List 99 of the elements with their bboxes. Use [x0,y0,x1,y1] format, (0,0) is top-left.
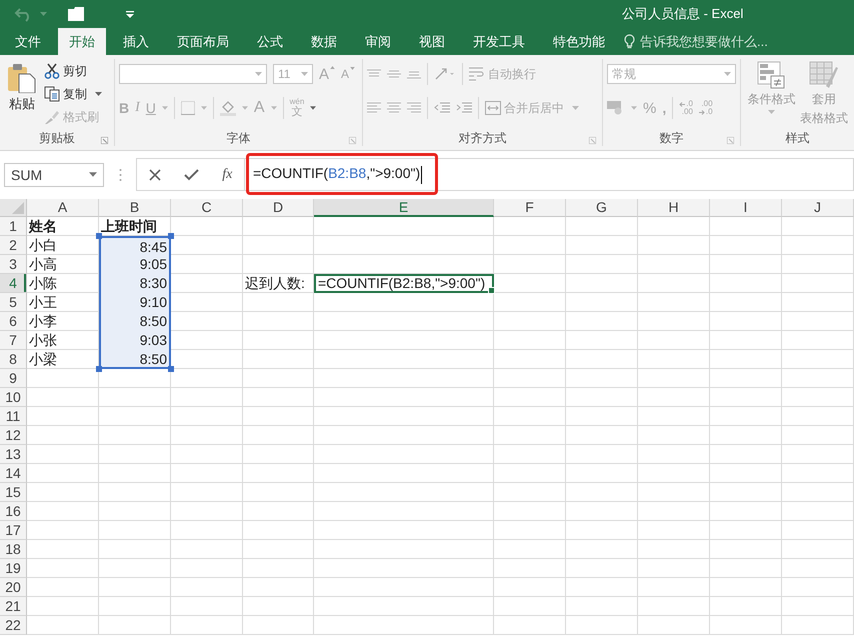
row-header[interactable]: 20 [0,578,27,597]
group-label: 剪贴板 [39,130,75,146]
column-header[interactable]: G [566,199,638,217]
column-header[interactable]: E [314,199,494,217]
row-header[interactable]: 21 [0,597,27,616]
table-cell-text: 姓名 [28,217,58,236]
table-cell-text: 小陈 [28,274,58,293]
table-cell-text: 小白 [28,236,58,255]
table-cell: 8:50 [99,350,171,369]
ribbon-tab[interactable]: 特色功能 [542,28,616,55]
conditional-format-icon [757,61,786,89]
row-header[interactable]: 15 [0,483,27,502]
table-cell: 9:05 [99,255,171,274]
row-header[interactable]: 7 [0,331,27,350]
group-label: 字体 [226,130,250,146]
table-cell-text: 小张 [28,331,58,350]
ribbon-tab[interactable]: 页面布局 [166,28,240,55]
row-header[interactable]: 18 [0,540,27,559]
column-header[interactable]: H [638,199,710,217]
row-header[interactable]: 8 [0,350,27,369]
dropdown-icon [768,110,775,114]
active-cell[interactable]: =COUNTIF(B2:B8,">9:00") [314,274,494,293]
group-label: 对齐方式 [458,130,506,146]
row-header[interactable]: 6 [0,312,27,331]
row-header[interactable]: 13 [0,445,27,464]
group-label: 数字 [660,130,684,146]
dropdown-icon[interactable] [89,172,97,177]
column-header[interactable]: B [99,199,171,217]
folder-icon[interactable] [68,7,84,21]
table-cell-text: 小梁 [28,350,58,369]
down-triangle-icon [350,67,356,70]
ribbon-tab[interactable]: 开始 [58,28,106,55]
column-header[interactable]: A [27,199,99,217]
window-title: 公司人员信息 - Excel [622,5,744,23]
row-header[interactable]: 16 [0,502,27,521]
resize-handle[interactable] [96,233,102,239]
dropdown-icon[interactable] [95,92,102,96]
row-header[interactable]: 14 [0,464,27,483]
select-all-icon[interactable] [12,202,24,214]
row-header[interactable]: 19 [0,559,27,578]
row-header[interactable]: 11 [0,407,27,426]
customize-icon[interactable] [126,10,134,18]
table-cell-text: 迟到人数: [244,274,306,293]
row-header[interactable]: 10 [0,388,27,407]
dropdown-icon [255,72,262,76]
dropdown-icon [301,72,308,76]
ribbon-tab[interactable]: 文件 [4,28,52,55]
table-cell: 8:30 [99,274,171,293]
group-label: 样式 [786,130,810,146]
resize-handle[interactable] [168,366,174,372]
ribbon-tab[interactable]: 开发工具 [462,28,536,55]
table-cell-text: 小高 [28,255,58,274]
row-header[interactable]: 12 [0,426,27,445]
row-header[interactable]: 17 [0,521,27,540]
ribbon-tab[interactable]: 审阅 [354,28,402,55]
clipboard-icon [7,63,37,93]
wrap-text-icon [469,67,485,81]
column-header[interactable]: C [171,199,243,217]
scissors-icon [44,63,60,79]
row-header[interactable]: 2 [0,236,27,255]
table-cell: 9:10 [99,293,171,312]
row-header[interactable]: 9 [0,369,27,388]
dropdown-icon [724,72,731,76]
column-header[interactable]: F [494,199,566,217]
drag-handle-icon[interactable] [119,168,122,182]
fill-handle[interactable] [488,287,495,294]
table-brush-icon [808,61,839,89]
table-cell-text: 小李 [28,312,58,331]
table-cell-text: 上班时间 [100,217,158,236]
row-header[interactable]: 1 [0,217,27,236]
ribbon-tab[interactable]: 公式 [246,28,294,55]
ribbon-tab[interactable]: 视图 [408,28,456,55]
table-cell-text: 小王 [28,293,58,312]
right-arrow-icon [698,110,705,114]
ribbon-tab[interactable]: 插入 [112,28,160,55]
table-cell: 9:03 [99,331,171,350]
table-cell: 8:50 [99,312,171,331]
tell-me-field[interactable]: 告诉我您想要做什么... [624,28,790,55]
left-arrow-icon [679,102,686,106]
row-header[interactable]: 4 [0,274,27,293]
row-header[interactable]: 5 [0,293,27,312]
ribbon-tab[interactable]: 数据 [300,28,348,55]
resize-handle[interactable] [168,233,174,239]
brush-icon [44,109,60,125]
cancel-icon[interactable] [148,168,161,180]
up-triangle-icon [330,66,336,68]
column-header[interactable]: J [782,199,854,217]
lightbulb-icon [624,34,635,49]
table-cell: 8:45 [99,236,171,255]
merge-cells-icon [485,101,501,115]
column-header[interactable]: I [710,199,782,217]
row-header[interactable]: 22 [0,616,27,635]
column-header[interactable]: D [243,199,314,217]
resize-handle[interactable] [96,366,102,372]
insert-function-button[interactable]: fx [222,166,232,182]
checkmark-icon[interactable] [184,168,199,180]
name-box[interactable]: SUM [4,162,104,186]
row-header[interactable]: 3 [0,255,27,274]
copy-icon [44,86,60,102]
